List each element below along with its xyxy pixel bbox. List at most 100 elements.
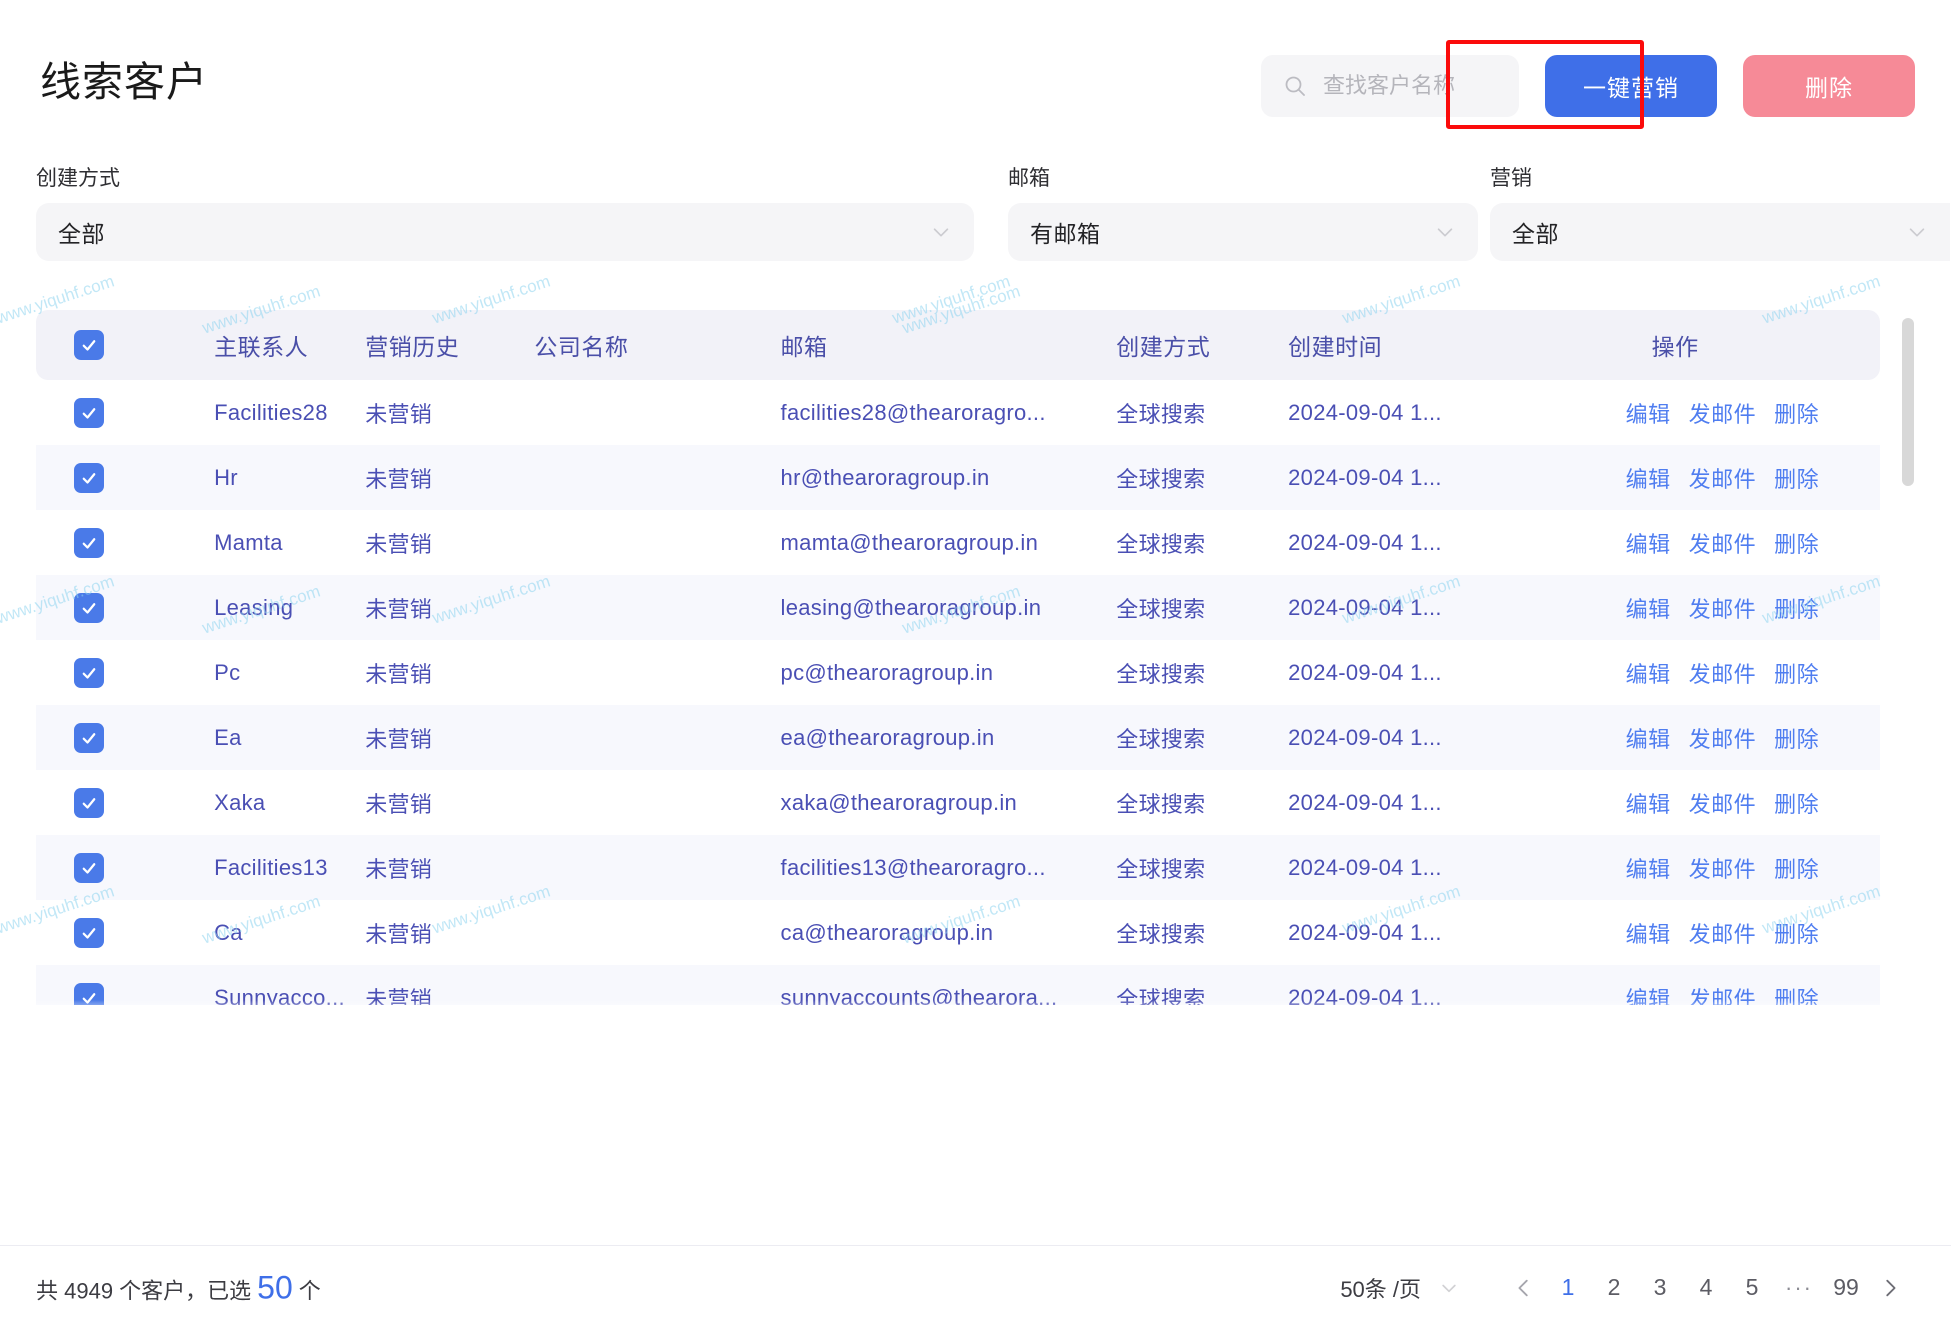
page-size-select[interactable]: 50条 /页	[1340, 1272, 1459, 1304]
page-number-5[interactable]: 5	[1735, 1270, 1769, 1306]
filter-marketing-select[interactable]: 全部	[1490, 203, 1950, 261]
cell-actions: 编辑 发邮件 删除	[1589, 575, 1880, 640]
column-header-create-method[interactable]: 创建方式	[1104, 310, 1277, 380]
row-action-delete[interactable]: 删除	[1774, 722, 1819, 754]
page-number-4[interactable]: 4	[1689, 1270, 1723, 1306]
row-checkbox[interactable]	[74, 657, 104, 688]
row-action-delete[interactable]: 删除	[1774, 462, 1819, 494]
row-action-delete[interactable]: 删除	[1774, 527, 1819, 559]
column-header-email[interactable]: 邮箱	[767, 310, 1105, 380]
column-header-create-time[interactable]: 创建时间	[1276, 310, 1590, 380]
bulk-delete-button[interactable]: 删除	[1743, 55, 1915, 117]
column-header-company[interactable]: 公司名称	[521, 310, 768, 380]
row-checkbox[interactable]	[74, 852, 104, 883]
cell-company	[521, 445, 768, 510]
page-number-1[interactable]: 1	[1551, 1270, 1585, 1306]
row-checkbox[interactable]	[74, 397, 104, 428]
row-action-send-email[interactable]: 发邮件	[1689, 397, 1757, 429]
row-action-send-email[interactable]: 发邮件	[1689, 462, 1757, 494]
cell-email: sunnyaccounts@thearora...	[767, 965, 1105, 1005]
row-action-edit[interactable]: 编辑	[1626, 722, 1671, 754]
row-action-send-email[interactable]: 发邮件	[1689, 657, 1757, 689]
page-number-3[interactable]: 3	[1643, 1270, 1677, 1306]
row-action-delete[interactable]: 删除	[1774, 657, 1819, 689]
row-checkbox-cell	[36, 510, 152, 575]
filter-email-select[interactable]: 有邮箱	[1008, 203, 1478, 261]
table-row[interactable]: Ca 未营销 ca@thearoragroup.in 全球搜索 2024-09-04 1…	[36, 900, 1880, 965]
row-action-delete[interactable]: 删除	[1774, 397, 1819, 429]
cell-company	[521, 510, 767, 575]
header-actions: 一键营销 删除	[1261, 55, 1915, 117]
table-row[interactable]: Facilities13 未营销 facilities13@thearoragro.…	[36, 835, 1880, 900]
cell-create-method: 全球搜索	[1116, 531, 1206, 557]
row-checkbox[interactable]	[74, 982, 104, 1005]
page-number-2[interactable]: 2	[1597, 1270, 1631, 1306]
row-checkbox[interactable]	[74, 722, 104, 753]
row-action-send-email[interactable]: 发邮件	[1689, 852, 1757, 884]
cell-contact: Facilities28	[214, 399, 328, 425]
row-action-send-email[interactable]: 发邮件	[1689, 527, 1757, 559]
row-action-edit[interactable]: 编辑	[1626, 657, 1671, 689]
cell-marketing-history: 未营销	[347, 705, 522, 770]
cell-create-method: 全球搜索	[1104, 835, 1277, 900]
row-action-send-email[interactable]: 发邮件	[1689, 592, 1757, 624]
table-scrollbar[interactable]	[1902, 318, 1914, 996]
table-scrollbar-thumb[interactable]	[1902, 318, 1914, 486]
search-input[interactable]	[1323, 73, 1503, 99]
row-checkbox-cell	[36, 965, 153, 1005]
row-action-edit[interactable]: 编辑	[1626, 787, 1671, 819]
row-action-edit[interactable]: 编辑	[1626, 527, 1671, 559]
row-action-edit[interactable]: 编辑	[1626, 982, 1671, 1006]
row-checkbox[interactable]	[74, 527, 104, 558]
row-checkbox[interactable]	[74, 592, 104, 623]
row-action-delete[interactable]: 删除	[1774, 592, 1819, 624]
row-checkbox[interactable]	[74, 462, 104, 493]
next-page-button[interactable]	[1875, 1273, 1905, 1303]
page-size-value: 50条 /页	[1340, 1276, 1422, 1302]
cell-company	[521, 770, 767, 835]
select-all-header	[36, 310, 153, 380]
row-action-edit[interactable]: 编辑	[1626, 462, 1671, 494]
cell-actions: 编辑 发邮件 删除	[1589, 835, 1880, 900]
cell-marketing-history: 未营销	[365, 921, 433, 947]
filter-marketing: 营销 全部	[1490, 168, 1950, 261]
row-action-send-email[interactable]: 发邮件	[1689, 787, 1757, 819]
table-row[interactable]: Hr 未营销 hr@thearoragroup.in 全球搜索 2024-09-04 1…	[36, 445, 1880, 510]
cell-marketing-history: 未营销	[365, 661, 433, 687]
row-action-send-email[interactable]: 发邮件	[1689, 982, 1757, 1006]
search-icon	[1283, 74, 1307, 98]
table-row[interactable]: Leasing 未营销 leasing@thearoragroup.in 全球搜索 20…	[36, 575, 1880, 640]
filter-create-method-select[interactable]: 全部	[36, 203, 974, 261]
row-action-send-email[interactable]: 发邮件	[1689, 917, 1757, 949]
row-action-edit[interactable]: 编辑	[1626, 852, 1671, 884]
one-click-marketing-button[interactable]: 一键营销	[1545, 55, 1717, 117]
table-head: 主联系人 营销历史 公司名称 邮箱 创建方式 创建时间 操作	[36, 310, 1880, 380]
row-action-edit[interactable]: 编辑	[1626, 397, 1671, 429]
row-checkbox[interactable]	[74, 787, 104, 818]
row-action-edit[interactable]: 编辑	[1626, 592, 1671, 624]
filter-email-value: 有邮箱	[1030, 221, 1101, 247]
cell-marketing-history: 未营销	[365, 531, 433, 557]
row-action-delete[interactable]: 删除	[1774, 982, 1819, 1006]
column-header-marketing-history[interactable]: 营销历史	[347, 310, 522, 380]
cell-create-time: 2024-09-04 1...	[1276, 965, 1590, 1005]
search-box[interactable]	[1261, 55, 1519, 117]
row-action-delete[interactable]: 删除	[1774, 787, 1819, 819]
row-checkbox[interactable]	[74, 917, 104, 948]
column-header-contact[interactable]: 主联系人	[152, 310, 348, 380]
select-all-checkbox[interactable]	[74, 330, 104, 360]
prev-page-button[interactable]	[1509, 1273, 1539, 1303]
row-action-edit[interactable]: 编辑	[1626, 917, 1671, 949]
table-row[interactable]: Sunnyacco... 未营销 sunnyaccounts@thearora...…	[36, 965, 1880, 1005]
page-number-last[interactable]: 99	[1829, 1270, 1863, 1306]
row-action-delete[interactable]: 删除	[1774, 852, 1819, 884]
table-row[interactable]: Ea 未营销 ea@thearoragroup.in 全球搜索 2024-09-04 1…	[36, 705, 1880, 770]
row-action-delete[interactable]: 删除	[1774, 917, 1819, 949]
row-action-send-email[interactable]: 发邮件	[1689, 722, 1757, 754]
table-row[interactable]: Facilities28 未营销 facilities28@thearoragro.…	[36, 380, 1880, 445]
cell-create-time: 2024-09-04 1...	[1288, 399, 1442, 425]
table-row[interactable]: Xaka 未营销 xaka@thearoragroup.in 全球搜索 2024-09-…	[36, 770, 1880, 835]
cell-company	[521, 965, 768, 1005]
table-row[interactable]: Mamta 未营销 mamta@thearoragroup.in 全球搜索 2024-0…	[36, 510, 1880, 575]
table-row[interactable]: Pc 未营销 pc@thearoragroup.in 全球搜索 2024-09-04 1…	[36, 640, 1880, 705]
